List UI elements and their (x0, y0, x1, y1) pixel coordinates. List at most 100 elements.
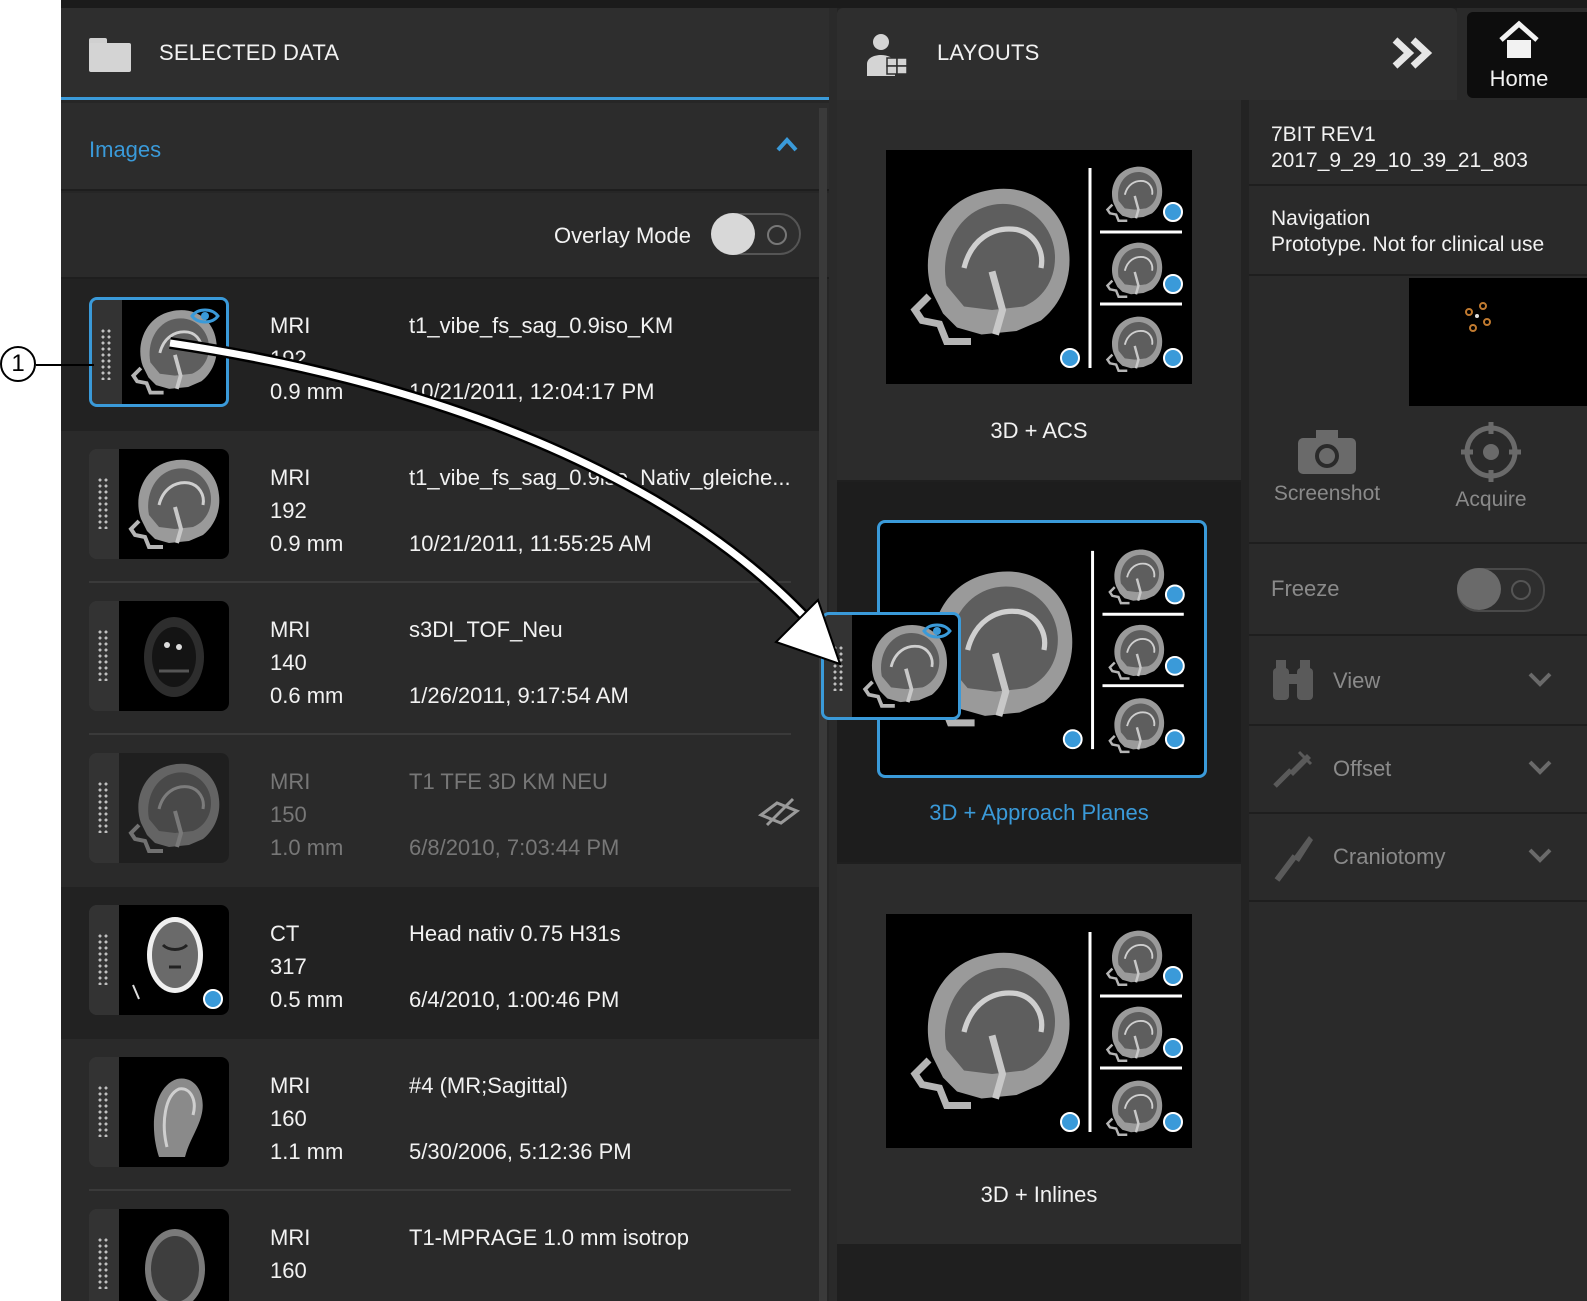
series-date: 6/4/2010, 1:00:46 PM (409, 987, 620, 1012)
image-thumbnail[interactable] (89, 1057, 229, 1167)
series-date: 6/8/2010, 7:03:44 PM (409, 835, 620, 860)
image-thumbnail[interactable] (89, 1209, 229, 1301)
chevron-up-icon[interactable] (775, 133, 799, 157)
eye-icon[interactable] (190, 306, 220, 326)
slice-count: 160 (270, 1258, 307, 1283)
series-name: s3DI_TOF_Neu (409, 617, 563, 642)
series-date: 1/26/2011, 9:17:54 AM (409, 683, 629, 708)
offset-tool-icon (1273, 750, 1313, 788)
image-row[interactable]: CT 317 0.5 mm Head nativ 0.75 H31s 6/4/2… (61, 887, 819, 1039)
slice-count: 140 (270, 650, 307, 675)
image-row[interactable]: MRI 150 1.0 mm T1 TFE 3D KM NEU 6/8/2010… (61, 735, 819, 887)
image-row[interactable]: MRI 192 0.9 mm t1_vibe_fs_sag_0.9iso_Nat… (61, 431, 819, 583)
image-row[interactable]: MRI 160 1.1 mm #4 (MR;Sagittal) 5/30/200… (61, 1039, 819, 1191)
image-row[interactable]: MRI 140 0.6 mm s3DI_TOF_Neu 1/26/2011, 9… (61, 583, 819, 735)
navigation-notice: Navigation Prototype. Not for clinical u… (1249, 188, 1587, 276)
drag-handle[interactable] (89, 1057, 119, 1167)
dragged-image-thumbnail[interactable] (821, 612, 961, 720)
drag-handle[interactable] (92, 300, 122, 404)
series-name: T1-MPRAGE 1.0 mm isotrop (409, 1225, 689, 1250)
camera-icon (1298, 430, 1356, 474)
freeze-row: Freeze (1249, 546, 1587, 636)
series-name: #4 (MR;Sagittal) (409, 1073, 568, 1098)
home-icon (1499, 20, 1539, 58)
top-strip (61, 0, 1587, 8)
image-row[interactable]: MRI 160 T1-MPRAGE 1.0 mm isotrop (61, 1191, 819, 1301)
modality: MRI (270, 1073, 311, 1098)
layout-option-3d-inlines[interactable]: 3D + Inlines (837, 864, 1241, 1244)
images-section-header[interactable]: Images (61, 103, 829, 191)
slice-thickness: 0.6 mm (270, 683, 344, 708)
layout-label: 3D + Approach Planes (929, 800, 1149, 825)
series-date: 5/30/2006, 5:12:36 PM (409, 1139, 632, 1164)
callout-leader-line (36, 364, 94, 366)
freeze-label: Freeze (1271, 576, 1340, 601)
view-accordion[interactable]: View (1249, 638, 1587, 726)
image-row[interactable]: MRI 192 0.9 mm t1_vibe_fs_sag_0.9iso_KM … (61, 279, 819, 431)
image-thumbnail[interactable] (89, 297, 229, 407)
overlay-mode-toggle[interactable] (711, 213, 801, 255)
drag-handle[interactable] (89, 449, 119, 559)
drag-handle[interactable] (89, 601, 119, 711)
drag-handle[interactable] (89, 753, 119, 863)
panel-title: SELECTED DATA (159, 40, 340, 65)
view-label: View (1333, 668, 1381, 693)
modality: MRI (270, 617, 311, 642)
chevron-down-icon[interactable] (1527, 758, 1553, 776)
drag-handle[interactable] (89, 1209, 119, 1301)
session-id: 2017_9_29_10_39_21_803 (1271, 149, 1528, 172)
slice-count: 160 (270, 1106, 307, 1131)
home-button[interactable]: Home (1467, 12, 1587, 98)
layouts-icon (867, 34, 908, 76)
images-label: Images (89, 137, 162, 162)
image-thumbnail[interactable] (89, 601, 229, 711)
offset-label: Offset (1333, 756, 1392, 781)
slice-count: 317 (270, 954, 307, 979)
acquire-label: Acquire (1455, 488, 1527, 511)
slice-count: 192 (270, 346, 307, 371)
navigation-title: Navigation (1271, 207, 1371, 230)
chevron-down-icon[interactable] (1527, 846, 1553, 864)
drag-handle[interactable] (89, 905, 119, 1015)
target-icon (1461, 422, 1521, 482)
image-thumbnail[interactable] (89, 449, 229, 559)
slice-count: 192 (270, 498, 307, 523)
layout-preview (886, 914, 1192, 1148)
unlinked-icon (757, 797, 801, 827)
series-date: 10/21/2011, 11:55:25 AM (409, 531, 652, 556)
linked-badge-icon (203, 989, 223, 1009)
series-name: t1_vibe_fs_sag_0.9iso_Nativ_gleiche... (409, 465, 791, 490)
navigation-disclaimer: Prototype. Not for clinical use (1271, 233, 1545, 256)
series-name: T1 TFE 3D KM NEU (409, 769, 608, 794)
tracking-preview (1409, 278, 1587, 406)
craniotomy-label: Craniotomy (1333, 844, 1446, 869)
freeze-toggle[interactable] (1457, 568, 1545, 612)
modality: MRI (270, 769, 311, 794)
image-thumbnail[interactable] (89, 905, 229, 1015)
overlay-mode-row: Overlay Mode (61, 193, 829, 279)
layout-preview (886, 150, 1192, 384)
modality: CT (270, 921, 300, 946)
layout-label: 3D + ACS (990, 418, 1088, 443)
capture-tools: Screenshot Acquire (1249, 406, 1587, 544)
slice-thickness: 0.9 mm (270, 379, 344, 404)
craniotomy-accordion[interactable]: Craniotomy (1249, 814, 1587, 902)
home-label: Home (1489, 66, 1549, 91)
slice-count: 150 (270, 802, 307, 827)
slice-thickness: 1.1 mm (270, 1139, 344, 1164)
binoculars-icon (1273, 660, 1313, 700)
modality: MRI (270, 1225, 311, 1250)
image-thumbnail[interactable] (89, 753, 229, 863)
folder-icon (89, 38, 131, 72)
selected-data-header: SELECTED DATA (61, 8, 829, 100)
offset-accordion[interactable]: Offset (1249, 726, 1587, 814)
layout-option-3d-acs[interactable]: 3D + ACS (837, 100, 1241, 480)
chevron-down-icon[interactable] (1527, 670, 1553, 688)
double-chevron-right-icon[interactable] (1391, 36, 1435, 70)
drag-handle[interactable] (824, 615, 852, 717)
series-date: 10/21/2011, 12:04:17 PM (409, 379, 655, 404)
overlay-mode-label: Overlay Mode (554, 223, 691, 248)
screenshot-button[interactable]: Screenshot (1267, 428, 1387, 506)
acquire-button[interactable]: Acquire (1431, 422, 1551, 512)
callout-marker: 1 (0, 346, 36, 382)
